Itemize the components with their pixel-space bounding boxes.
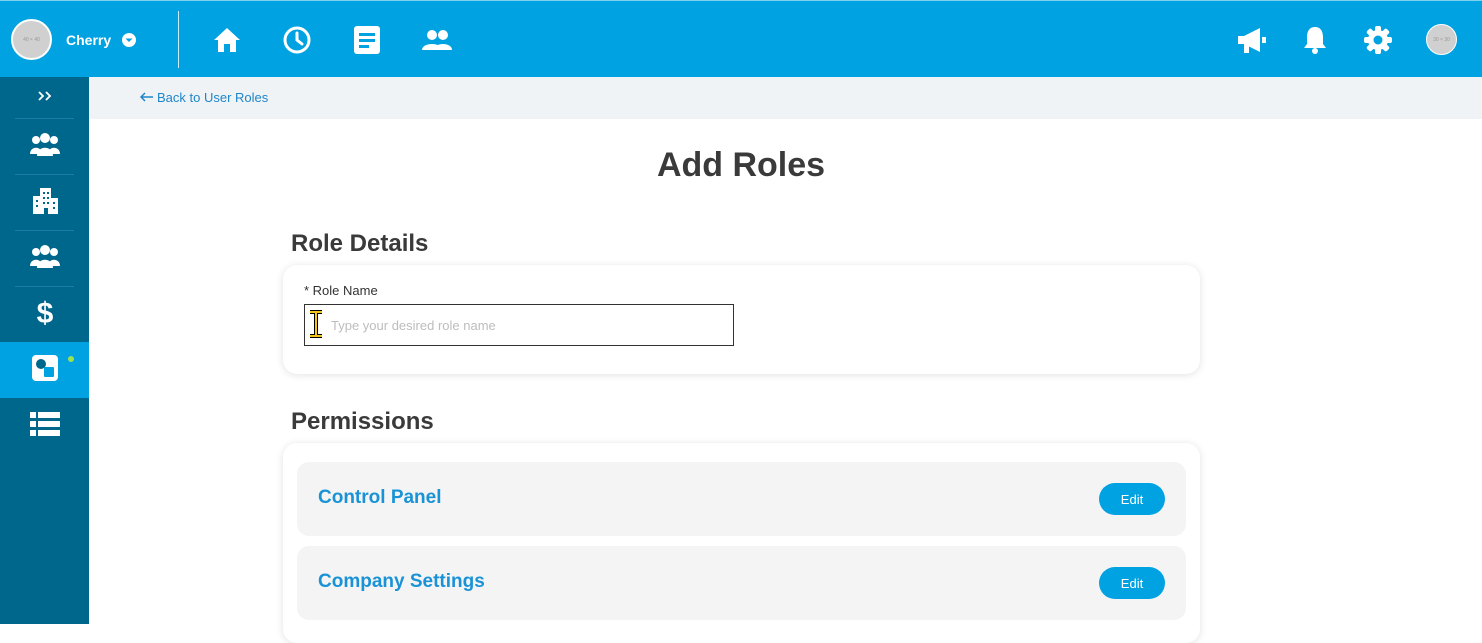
- clock-icon[interactable]: [280, 23, 314, 57]
- top-navigation-bar: 40 × 40 Cherry 30 × 30: [0, 0, 1482, 77]
- sidebar: $: [0, 77, 89, 624]
- people-icon[interactable]: [420, 23, 454, 57]
- permissions-card: Control Panel Edit Company Settings Edit: [283, 443, 1200, 643]
- role-name-input[interactable]: [304, 304, 734, 346]
- company-name[interactable]: Cherry: [66, 32, 111, 48]
- sidebar-item-list[interactable]: [0, 398, 89, 454]
- double-chevron-right-icon: [37, 89, 53, 107]
- role-details-heading: Role Details: [291, 230, 429, 257]
- edit-control-panel-button[interactable]: Edit: [1099, 483, 1165, 515]
- dollar-icon: $: [35, 296, 55, 333]
- building-icon: [31, 186, 59, 219]
- active-indicator-dot: [68, 356, 74, 362]
- permission-row-company-settings: Company Settings Edit: [297, 546, 1186, 620]
- permissions-heading: Permissions: [291, 408, 434, 435]
- role-details-card: * Role Name: [283, 265, 1200, 374]
- home-icon[interactable]: [210, 23, 244, 57]
- sidebar-expand-button[interactable]: [0, 77, 89, 118]
- breadcrumb-bar: Back to User Roles: [89, 77, 1482, 119]
- permission-name: Control Panel: [318, 487, 442, 508]
- company-avatar[interactable]: 40 × 40: [11, 19, 52, 60]
- back-link-label: Back to User Roles: [157, 90, 269, 105]
- document-icon[interactable]: [350, 23, 384, 57]
- gear-icon[interactable]: [1361, 23, 1395, 57]
- sidebar-item-users[interactable]: [0, 118, 89, 174]
- arrow-left-icon: [139, 90, 154, 105]
- text-cursor-icon: [307, 309, 325, 339]
- group-icon: [29, 244, 60, 273]
- back-to-user-roles-link[interactable]: Back to User Roles: [139, 90, 269, 105]
- permission-row-control-panel: Control Panel Edit: [297, 462, 1186, 536]
- svg-text:$: $: [36, 297, 53, 328]
- page-title: Add Roles: [656, 146, 826, 184]
- sidebar-item-roles[interactable]: [0, 342, 89, 398]
- role-name-label: * Role Name: [304, 283, 378, 298]
- user-avatar[interactable]: 30 × 30: [1426, 24, 1457, 55]
- header-divider: [178, 11, 179, 68]
- users-icon: [29, 132, 60, 161]
- list-icon: [29, 411, 60, 441]
- sidebar-item-billing[interactable]: $: [0, 286, 89, 342]
- permission-name: Company Settings: [318, 571, 485, 592]
- roles-icon: [31, 354, 59, 387]
- megaphone-icon[interactable]: [1235, 23, 1269, 57]
- chevron-down-icon[interactable]: [121, 32, 137, 48]
- edit-company-settings-button[interactable]: Edit: [1099, 567, 1165, 599]
- sidebar-item-groups[interactable]: [0, 230, 89, 286]
- bell-icon[interactable]: [1298, 23, 1332, 57]
- sidebar-item-companies[interactable]: [0, 174, 89, 230]
